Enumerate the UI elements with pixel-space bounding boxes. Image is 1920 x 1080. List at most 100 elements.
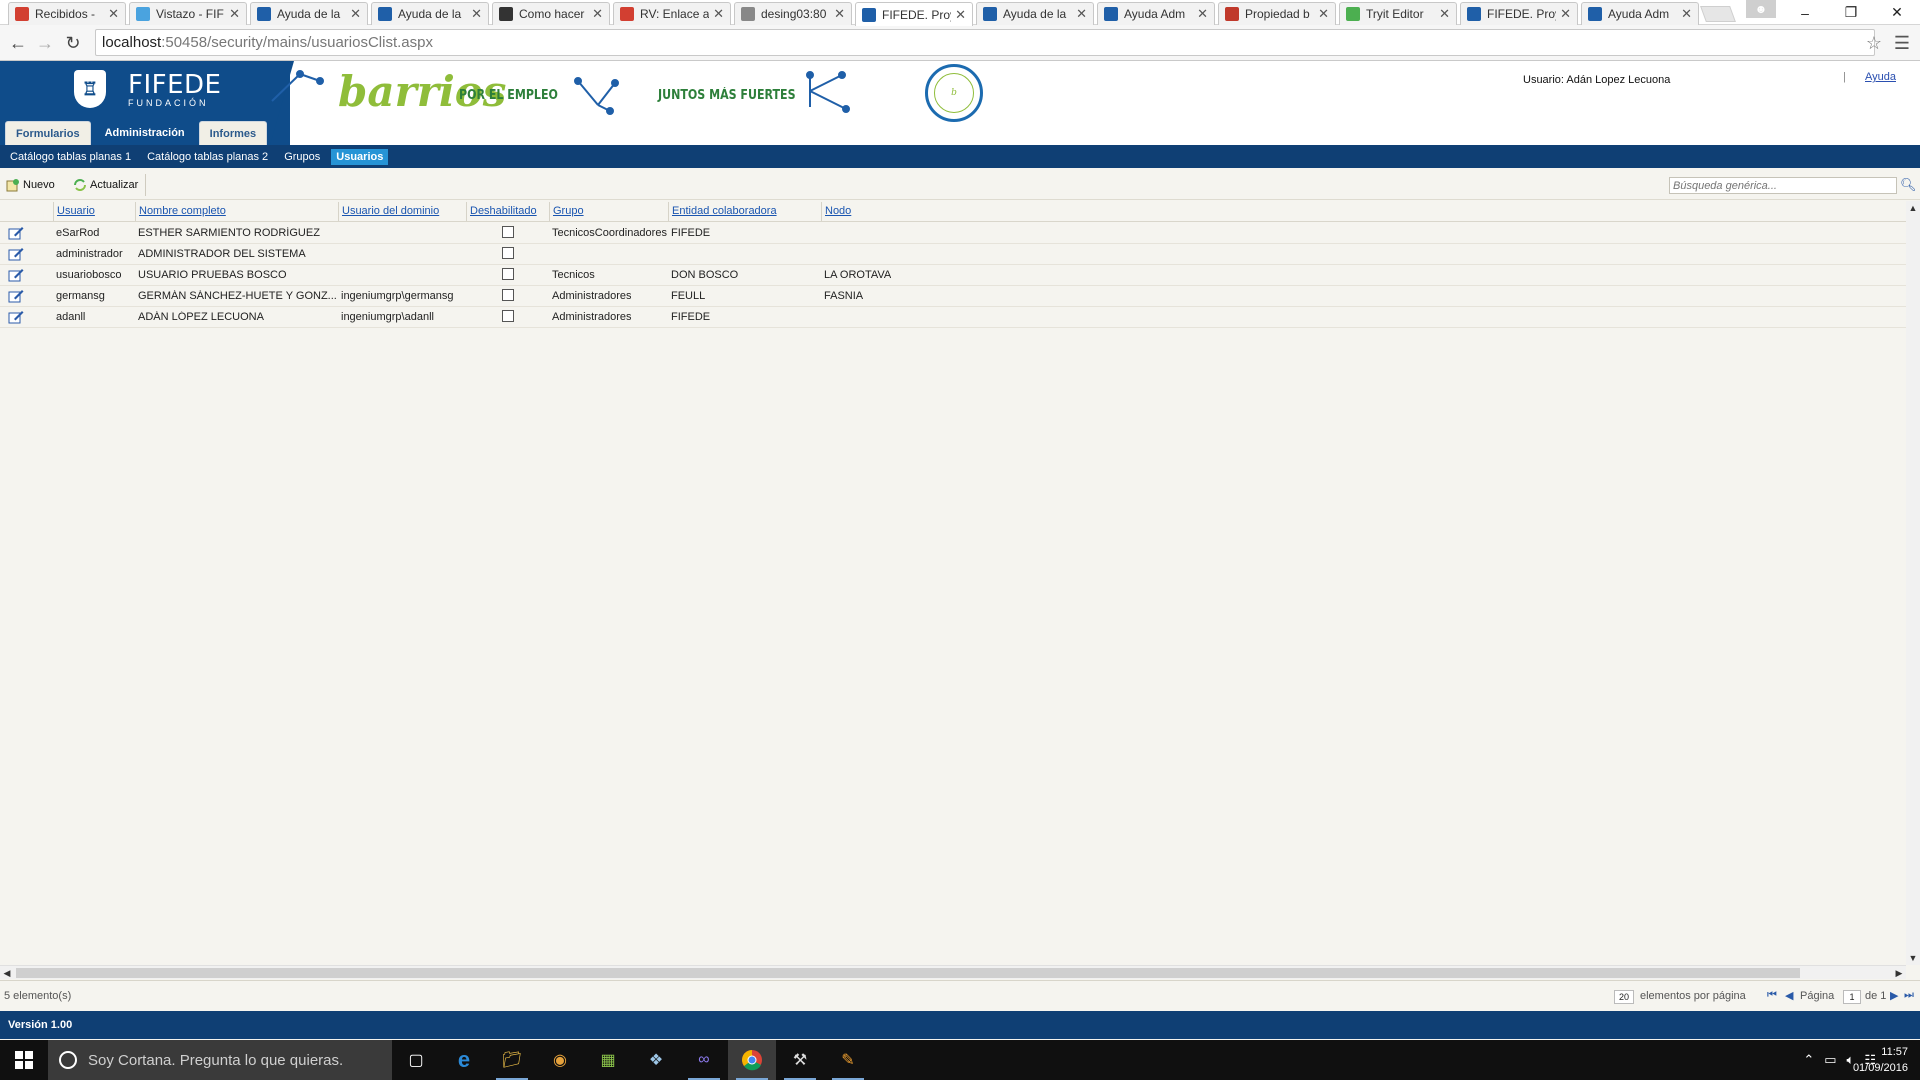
browser-tab[interactable]: Ayuda Adm ✕: [1097, 2, 1215, 25]
task-view-icon[interactable]: ▢: [392, 1040, 440, 1080]
help-link[interactable]: Ayuda: [1865, 71, 1896, 83]
tab-close-icon[interactable]: ✕: [592, 6, 603, 22]
subnav-item[interactable]: Catálogo tablas planas 2: [142, 149, 273, 165]
forward-arrow-icon[interactable]: →: [35, 33, 55, 53]
column-header[interactable]: Entidad colaboradora: [670, 205, 777, 217]
new-button[interactable]: Nuevo: [6, 176, 55, 194]
table-row[interactable]: germansg GERMÁN SÁNCHEZ-HUETE Y GONZ... in…: [0, 286, 1906, 307]
previous-page-icon[interactable]: ◀: [1785, 989, 1793, 1002]
url-field[interactable]: localhost:50458/security/mains/usuariosC…: [95, 29, 1875, 56]
close-window-button[interactable]: ✕: [1874, 0, 1920, 25]
tools-icon[interactable]: ⚒: [776, 1040, 824, 1080]
horizontal-scroll-thumb[interactable]: [16, 968, 1800, 978]
column-header[interactable]: Deshabilitado: [468, 205, 537, 217]
file-explorer-icon[interactable]: 📁︎: [488, 1040, 536, 1080]
visual-studio-icon[interactable]: ∞: [680, 1040, 728, 1080]
search-input[interactable]: [1669, 177, 1897, 194]
cortana-search-box[interactable]: Soy Cortana. Pregunta lo que quieras.: [48, 1040, 392, 1080]
column-header[interactable]: Usuario del dominio: [340, 205, 439, 217]
tab-close-icon[interactable]: ✕: [350, 6, 361, 22]
profile-icon[interactable]: ☻: [1746, 0, 1776, 18]
subnav-item[interactable]: Catálogo tablas planas 1: [5, 149, 136, 165]
new-tab-button[interactable]: [1700, 6, 1736, 22]
scroll-up-icon[interactable]: ▲: [1906, 201, 1920, 215]
table-row[interactable]: administrador ADMINISTRADOR DEL SISTEMA: [0, 244, 1906, 265]
scroll-right-icon[interactable]: ▶: [1892, 966, 1906, 980]
tab-close-icon[interactable]: ✕: [955, 7, 966, 23]
tab-close-icon[interactable]: ✕: [1318, 6, 1329, 22]
browser-tab[interactable]: Tryit Editor ✕: [1339, 2, 1457, 25]
next-page-icon[interactable]: ▶: [1890, 989, 1898, 1002]
tab-close-icon[interactable]: ✕: [471, 6, 482, 22]
table-row[interactable]: eSarRod ESTHER SARMIENTO RODRÍGUEZ Tecnico…: [0, 223, 1906, 244]
disabled-checkbox[interactable]: [502, 268, 514, 280]
edge-browser-icon[interactable]: e: [440, 1040, 488, 1080]
column-header[interactable]: Nombre completo: [137, 205, 226, 217]
table-row[interactable]: adanll ADÁN LÓPEZ LECUONA ingeniumgrp\adan…: [0, 307, 1906, 328]
browser-tab[interactable]: FIFEDE. Proy ✕: [855, 2, 973, 26]
minimize-button[interactable]: –: [1782, 0, 1828, 25]
browser-tab[interactable]: Como hacer ✕: [492, 2, 610, 25]
paint-icon[interactable]: ✎: [824, 1040, 872, 1080]
tab-formularios[interactable]: Formularios: [5, 121, 91, 145]
column-header[interactable]: Grupo: [551, 205, 584, 217]
horizontal-scrollbar[interactable]: ◀ ▶: [0, 965, 1906, 979]
chrome-icon[interactable]: [728, 1040, 776, 1080]
page-size-input[interactable]: 20: [1614, 990, 1634, 1004]
tab-close-icon[interactable]: ✕: [713, 6, 724, 22]
app-icon-3[interactable]: ❖: [632, 1040, 680, 1080]
edit-icon[interactable]: [8, 310, 24, 324]
last-page-icon[interactable]: ⏭︎: [1904, 989, 1914, 1002]
table-row[interactable]: usuariobosco USUARIO PRUEBAS BOSCO Tecnico…: [0, 265, 1906, 286]
disabled-checkbox[interactable]: [502, 247, 514, 259]
reload-icon[interactable]: ↻: [63, 33, 83, 53]
browser-tab[interactable]: RV: Enlace a ✕: [613, 2, 731, 25]
network-icon[interactable]: ▭: [1824, 1052, 1836, 1068]
subnav-item[interactable]: Grupos: [279, 149, 325, 165]
start-button[interactable]: [0, 1040, 48, 1080]
subnav-item[interactable]: Usuarios: [331, 148, 389, 165]
scroll-down-icon[interactable]: ▼: [1906, 951, 1920, 965]
first-page-icon[interactable]: ⏮︎: [1767, 989, 1777, 1002]
column-header[interactable]: Nodo: [823, 205, 851, 217]
disabled-checkbox[interactable]: [502, 310, 514, 322]
browser-tab[interactable]: Ayuda de la ✕: [250, 2, 368, 25]
browser-tab[interactable]: Propiedad b ✕: [1218, 2, 1336, 25]
back-arrow-icon[interactable]: ←: [8, 33, 28, 53]
app-icon-1[interactable]: ◉: [536, 1040, 584, 1080]
tab-close-icon[interactable]: ✕: [108, 6, 119, 22]
tab-close-icon[interactable]: ✕: [1076, 6, 1087, 22]
tab-close-icon[interactable]: ✕: [1439, 6, 1450, 22]
tab-close-icon[interactable]: ✕: [834, 6, 845, 22]
browser-tab[interactable]: Ayuda Adm ✕: [1581, 2, 1699, 25]
vertical-scrollbar[interactable]: ▲ ▼: [1906, 201, 1920, 965]
page-number-input[interactable]: 1: [1843, 990, 1861, 1004]
taskbar-clock[interactable]: 11:57 01/09/2016: [1853, 1044, 1908, 1076]
scroll-left-icon[interactable]: ◀: [0, 966, 14, 980]
tab-close-icon[interactable]: ✕: [1681, 6, 1692, 22]
restore-button[interactable]: ❐: [1828, 0, 1874, 25]
edit-icon[interactable]: [8, 226, 24, 240]
tab-informes[interactable]: Informes: [198, 121, 268, 145]
edit-icon[interactable]: [8, 247, 24, 261]
refresh-button[interactable]: Actualizar: [73, 176, 138, 194]
bookmark-star-icon[interactable]: ☆: [1866, 33, 1882, 54]
browser-tab[interactable]: Ayuda de la ✕: [371, 2, 489, 25]
disabled-checkbox[interactable]: [502, 226, 514, 238]
browser-tab[interactable]: Ayuda de la ✕: [976, 2, 1094, 25]
app-icon-2[interactable]: ▦: [584, 1040, 632, 1080]
tab-close-icon[interactable]: ✕: [229, 6, 240, 22]
edit-icon[interactable]: [8, 268, 24, 282]
search-icon[interactable]: 🔍︎: [1900, 177, 1917, 193]
tab-close-icon[interactable]: ✕: [1560, 6, 1571, 22]
tray-chevron-icon[interactable]: ⌃: [1803, 1052, 1814, 1068]
browser-menu-icon[interactable]: ☰: [1894, 33, 1910, 54]
browser-tab[interactable]: FIFEDE. Proy ✕: [1460, 2, 1578, 25]
browser-tab[interactable]: Vistazo - FIF ✕: [129, 2, 247, 25]
edit-icon[interactable]: [8, 289, 24, 303]
disabled-checkbox[interactable]: [502, 289, 514, 301]
browser-tab[interactable]: Recibidos - ✕: [8, 2, 126, 25]
browser-tab[interactable]: desing03:80 ✕: [734, 2, 852, 25]
column-header[interactable]: Usuario: [55, 205, 95, 217]
tab-close-icon[interactable]: ✕: [1197, 6, 1208, 22]
